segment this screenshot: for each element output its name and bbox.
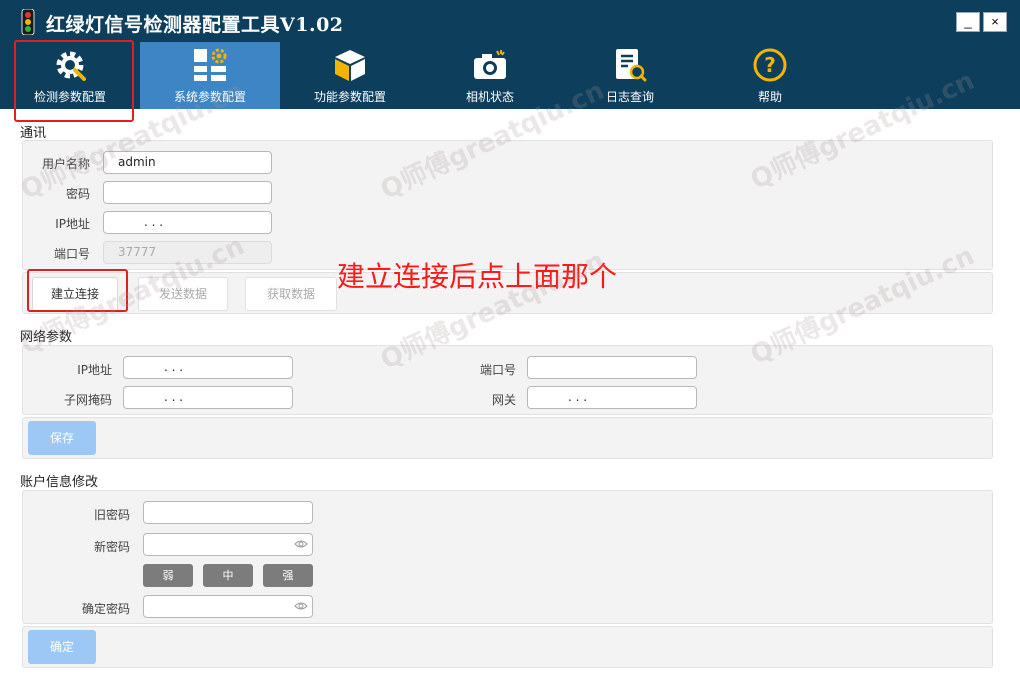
ip-label: IP地址 xyxy=(55,217,90,231)
password-input[interactable] xyxy=(103,181,272,204)
net-ip-input[interactable]: . . . xyxy=(123,356,293,379)
username-input[interactable]: admin xyxy=(103,151,272,174)
tab-system-config[interactable]: 系统参数配置 xyxy=(140,42,280,109)
old-password-input[interactable] xyxy=(143,501,313,524)
fetch-data-button[interactable]: 获取数据 xyxy=(245,277,337,311)
ip-dots: . . . xyxy=(144,215,164,229)
port-input[interactable]: 37777 xyxy=(103,241,272,264)
password-label: 密码 xyxy=(65,187,90,201)
mask-dots: . . . xyxy=(164,390,184,404)
gateway-input[interactable]: . . . xyxy=(527,386,697,409)
camera-icon xyxy=(474,50,506,79)
tab-help[interactable]: ? 帮助 xyxy=(700,42,840,109)
close-button[interactable]: × xyxy=(983,12,1007,32)
annotation-text: 建立连接后点上面那个 xyxy=(337,260,618,293)
minimize-button[interactable]: _ xyxy=(956,12,980,32)
log-search-icon xyxy=(616,49,647,82)
tab-label: 检测参数配置 xyxy=(33,90,106,104)
account-actions-panel xyxy=(22,626,993,668)
net-ip-dots: . . . xyxy=(164,360,184,374)
ip-input[interactable]: . . . xyxy=(103,211,272,234)
traffic-light-icon xyxy=(21,9,35,35)
tab-camera-status[interactable]: 相机状态 xyxy=(420,42,560,109)
mask-label: 子网掩码 xyxy=(63,393,112,407)
strength-weak: 弱 xyxy=(143,564,193,587)
main-toolbar: 检测参数配置 系统参数配置 功能参数配置 相机状态 日志查询 ? 帮助 xyxy=(0,42,1020,109)
confirm-button[interactable]: 确定 xyxy=(28,630,96,664)
gear-wrench-icon xyxy=(56,51,86,81)
tab-label: 系统参数配置 xyxy=(173,90,246,104)
tab-label: 日志查询 xyxy=(605,90,654,104)
eye-icon[interactable] xyxy=(294,600,308,612)
net-port-input[interactable] xyxy=(527,356,697,379)
eye-icon[interactable] xyxy=(294,538,308,550)
port-label: 端口号 xyxy=(53,247,90,261)
send-data-button[interactable]: 发送数据 xyxy=(138,277,228,311)
net-port-label: 端口号 xyxy=(479,363,516,377)
strength-medium: 中 xyxy=(203,564,253,587)
confirm-password-label: 确定密码 xyxy=(81,602,130,616)
section-title-network: 网络参数 xyxy=(20,330,73,345)
new-password-input[interactable] xyxy=(143,533,313,556)
svg-text:?: ? xyxy=(764,53,776,77)
strength-strong: 强 xyxy=(263,564,313,587)
tab-function-config[interactable]: 功能参数配置 xyxy=(280,42,420,109)
save-button[interactable]: 保存 xyxy=(28,421,96,455)
network-actions-panel xyxy=(22,417,993,459)
cube-icon xyxy=(335,50,365,81)
window-title: 红绿灯信号检测器配置工具V1.02 xyxy=(46,14,344,36)
old-password-label: 旧密码 xyxy=(93,508,130,522)
tab-log-query[interactable]: 日志查询 xyxy=(560,42,700,109)
tab-label: 相机状态 xyxy=(465,90,514,104)
tab-label: 功能参数配置 xyxy=(313,90,386,104)
section-title-comm: 通讯 xyxy=(20,126,47,141)
gateway-dots: . . . xyxy=(568,390,588,404)
tab-detection-config[interactable]: 检测参数配置 xyxy=(0,42,140,109)
username-label: 用户名称 xyxy=(41,157,90,171)
title-bar: 红绿灯信号检测器配置工具V1.02 _ × xyxy=(0,0,1020,42)
confirm-password-input[interactable] xyxy=(143,595,313,618)
annotation-highlight-connect xyxy=(27,269,128,312)
grid-gear-icon xyxy=(194,48,227,81)
tab-label: 帮助 xyxy=(757,90,782,104)
gateway-label: 网关 xyxy=(491,393,516,407)
mask-input[interactable]: . . . xyxy=(123,386,293,409)
help-icon: ? xyxy=(753,48,787,82)
section-title-account: 账户信息修改 xyxy=(20,475,99,490)
new-password-label: 新密码 xyxy=(93,540,130,554)
net-ip-label: IP地址 xyxy=(77,363,112,377)
